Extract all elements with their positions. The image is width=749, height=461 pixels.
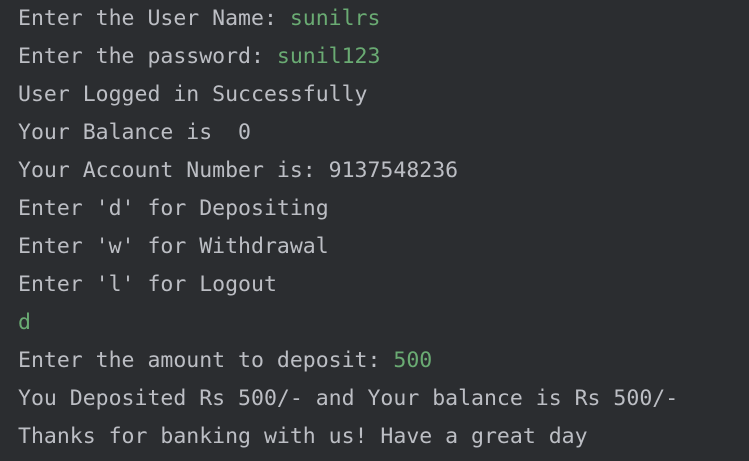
prompt-text: Enter the amount to deposit:	[18, 348, 394, 373]
output-text: Enter 'd' for Depositing	[18, 196, 329, 221]
prompt-text: Enter the User Name:	[18, 6, 290, 31]
output-text: User Logged in Successfully	[18, 82, 368, 107]
output-text: Thanks for banking with us! Have a great…	[18, 424, 588, 449]
console-line-farewell: Thanks for banking with us! Have a great…	[18, 423, 749, 461]
console-line-menu-withdraw: Enter 'w' for Withdrawal	[18, 233, 749, 271]
output-text: Enter 'w' for Withdrawal	[18, 234, 329, 259]
console-line-username: Enter the User Name: sunilrs	[18, 5, 749, 43]
console-line-deposit-amount: Enter the amount to deposit: 500	[18, 347, 749, 385]
console-line-deposit-result: You Deposited Rs 500/- and Your balance …	[18, 385, 749, 423]
output-text: Enter 'l' for Logout	[18, 272, 277, 297]
console-line-menu-deposit: Enter 'd' for Depositing	[18, 195, 749, 233]
console-line-choice: d	[18, 309, 749, 347]
console-line-menu-logout: Enter 'l' for Logout	[18, 271, 749, 309]
console-line-account-number: Your Account Number is: 9137548236	[18, 157, 749, 195]
output-text: You Deposited Rs 500/- and Your balance …	[18, 386, 679, 411]
console-line-login-status: User Logged in Successfully	[18, 81, 749, 119]
user-input-choice: d	[18, 310, 31, 335]
output-text: Your Balance is 0	[18, 120, 251, 145]
console-line-password: Enter the password: sunil123	[18, 43, 749, 81]
user-input-username: sunilrs	[289, 6, 381, 31]
prompt-text: Enter the password:	[18, 44, 277, 69]
console-output[interactable]: Enter the User Name: sunilrs Enter the p…	[0, 0, 749, 460]
console-line-balance: Your Balance is 0	[18, 119, 749, 157]
user-input-password: sunil123	[276, 44, 381, 69]
user-input-amount: 500	[393, 348, 433, 373]
output-text: Your Account Number is: 9137548236	[18, 158, 459, 183]
